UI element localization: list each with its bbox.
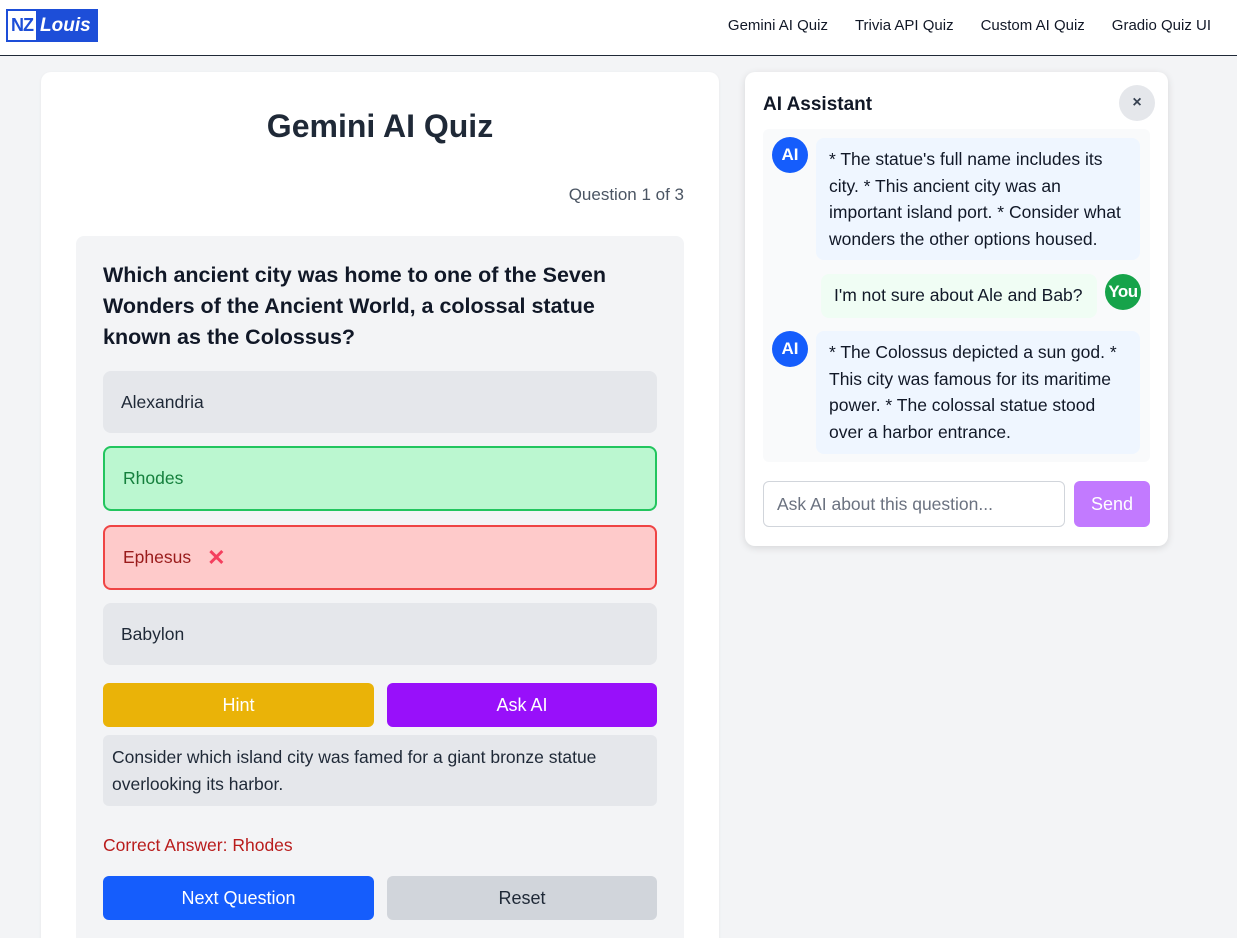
next-question-button[interactable]: Next Question [103, 876, 374, 920]
option-label: Babylon [121, 623, 185, 644]
ask-ai-button[interactable]: Ask AI [387, 683, 657, 727]
avatar-label: AI [781, 339, 799, 358]
logo-name: Louis [40, 14, 91, 36]
ai-assistant-title: AI Assistant [763, 94, 873, 115]
option-label: Alexandria [121, 391, 204, 412]
hint-button[interactable]: Hint [103, 683, 374, 727]
quiz-title: Gemini AI Quiz [266, 108, 494, 144]
option-babylon[interactable]: Babylon [103, 603, 657, 665]
wrong-x-icon: ✕ [207, 544, 226, 570]
nav-gradio-quiz-ui[interactable]: Gradio Quiz UI [1112, 17, 1211, 34]
ai-avatar: AI [772, 331, 808, 367]
ai-avatar: AI [772, 137, 808, 173]
question-text: Which ancient city was home to one of th… [103, 263, 606, 349]
nav-gemini-ai-quiz[interactable]: Gemini AI Quiz [728, 17, 828, 34]
option-alexandria[interactable]: Alexandria [103, 371, 657, 433]
chat-message-ai: * The Colossus depicted a sun god. * Thi… [816, 331, 1140, 454]
send-button[interactable]: Send [1074, 481, 1150, 527]
correct-answer-text: Correct Answer: Rhodes [103, 835, 293, 855]
nav-trivia-api-quiz[interactable]: Trivia API Quiz [855, 17, 954, 34]
ask-ai-input[interactable] [763, 481, 1065, 527]
question-progress: Question 1 of 3 [568, 185, 684, 204]
hint-text: Consider which island city was famed for… [103, 735, 657, 806]
option-rhodes[interactable]: Rhodes [103, 446, 657, 511]
logo-prefix: NZ [8, 11, 36, 40]
avatar-label: You [1108, 282, 1138, 301]
top-navbar: NZ Louis Gemini AI Quiz Trivia API Quiz … [0, 0, 1237, 56]
avatar-label: AI [781, 145, 799, 164]
site-logo[interactable]: NZ Louis [6, 9, 98, 42]
chat-message-ai: * The statue's full name includes its ci… [816, 138, 1140, 260]
option-label: Rhodes [123, 468, 184, 488]
close-icon[interactable]: × [1119, 85, 1155, 121]
reset-button[interactable]: Reset [387, 876, 657, 920]
user-avatar: You [1105, 274, 1141, 310]
nav-custom-ai-quiz[interactable]: Custom AI Quiz [981, 17, 1085, 34]
main-nav: Gemini AI Quiz Trivia API Quiz Custom AI… [728, 17, 1211, 34]
chat-message-user: I'm not sure about Ale and Bab? [821, 274, 1097, 318]
option-ephesus[interactable]: Ephesus ✕ [103, 525, 657, 590]
option-label: Ephesus [123, 547, 192, 567]
